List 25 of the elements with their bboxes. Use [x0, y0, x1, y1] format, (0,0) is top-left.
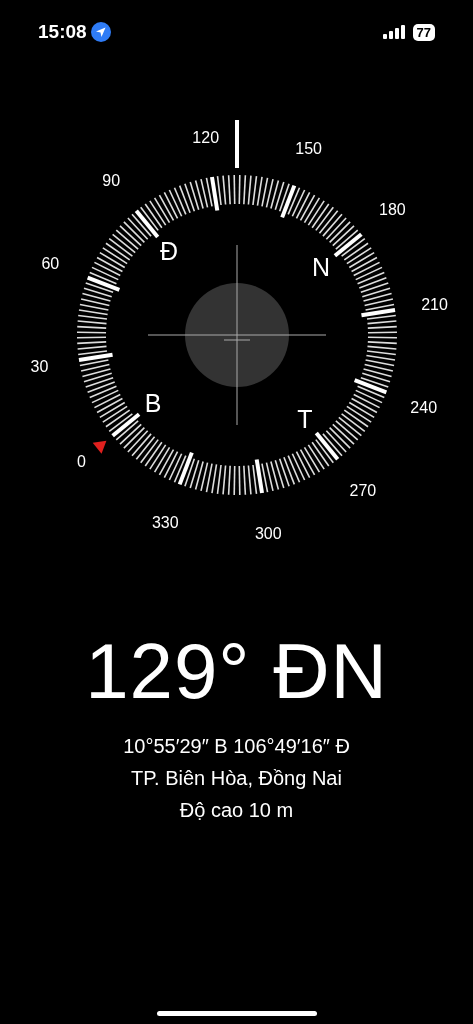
degree-label: 180 [379, 201, 406, 219]
degree-label: 210 [421, 295, 448, 313]
degree-label: 90 [102, 171, 121, 189]
cardinal-label: B [144, 388, 162, 417]
degree-label: 120 [192, 129, 220, 147]
signal-icon [382, 25, 405, 39]
degree-label: 150 [295, 140, 323, 158]
battery-level: 77 [412, 23, 435, 41]
cardinal-label: Đ [160, 237, 179, 266]
degree-label: 60 [41, 255, 60, 273]
status-time: 15:08 [38, 19, 87, 44]
north-marker-icon [92, 440, 107, 454]
degree-label: 300 [254, 524, 282, 542]
elevation-text: Độ cao 10 m [179, 798, 294, 822]
degree-label: 330 [151, 513, 179, 531]
degree-label: 270 [349, 482, 377, 500]
cardinal-label: N [311, 253, 330, 282]
coordinates-text: 10°55′29″ B 106°49′16″ Đ [123, 734, 350, 758]
cardinal-label: T [297, 404, 313, 433]
degree-label: 0 [77, 452, 86, 470]
heading-indicator [235, 120, 239, 168]
degree-label: 30 [30, 358, 49, 376]
degree-label: 240 [410, 398, 438, 416]
location-text: TP. Biên Hòa, Đồng Nai [131, 766, 342, 790]
heading-reading: 129° ĐN [85, 632, 388, 710]
